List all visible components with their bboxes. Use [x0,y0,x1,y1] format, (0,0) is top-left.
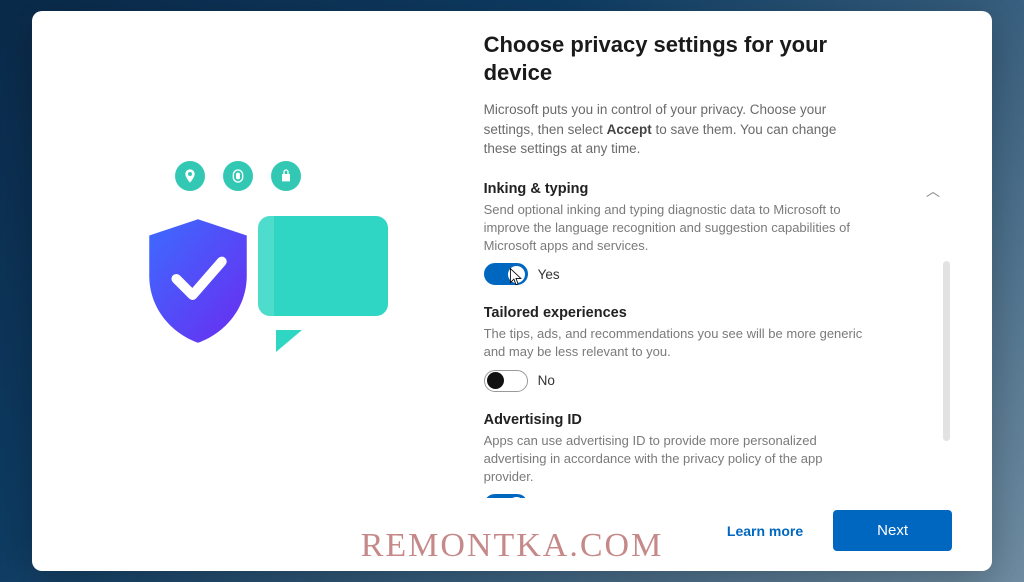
tailored-toggle[interactable] [484,370,528,392]
section-inking-typing: Inking & typing Send optional inking and… [484,181,864,286]
privacy-illustration [103,161,403,421]
settings-list: ︿ Inking & typing Send optional inking a… [484,181,952,498]
scrollbar[interactable] [943,261,950,441]
footer-actions: Learn more Next [484,498,952,551]
toggle-row: Yes [484,494,864,498]
shield-check-icon [143,216,253,346]
section-tailored-experiences: Tailored experiences The tips, ads, and … [484,305,864,391]
adid-toggle[interactable] [484,494,528,498]
section-title: Inking & typing [484,181,864,197]
inking-toggle[interactable] [484,263,528,285]
toggle-row: Yes [484,263,864,285]
learn-more-link[interactable]: Learn more [727,523,803,539]
content-pane: Choose privacy settings for your device … [474,11,992,571]
toggle-row: No [484,370,864,392]
illustration-pane [32,11,474,571]
intro-text: Microsoft puts you in control of your pr… [484,100,864,159]
fingerprint-icon [223,161,253,191]
page-title: Choose privacy settings for your device [484,31,844,86]
section-desc: Send optional inking and typing diagnost… [484,201,864,256]
section-desc: Apps can use advertising ID to provide m… [484,432,864,487]
section-desc: The tips, ads, and recommendations you s… [484,325,864,361]
speech-bubble-icon [258,216,388,336]
lock-icon [271,161,301,191]
next-button[interactable]: Next [833,510,952,551]
section-title: Tailored experiences [484,305,864,321]
location-pin-icon [175,161,205,191]
oobe-privacy-window: Choose privacy settings for your device … [32,11,992,571]
settings-scroll-area[interactable]: Inking & typing Send optional inking and… [484,181,932,498]
section-title: Advertising ID [484,412,864,428]
toggle-state-label: Yes [538,267,560,282]
toggle-state-label: No [538,373,555,388]
section-advertising-id: Advertising ID Apps can use advertising … [484,412,864,498]
